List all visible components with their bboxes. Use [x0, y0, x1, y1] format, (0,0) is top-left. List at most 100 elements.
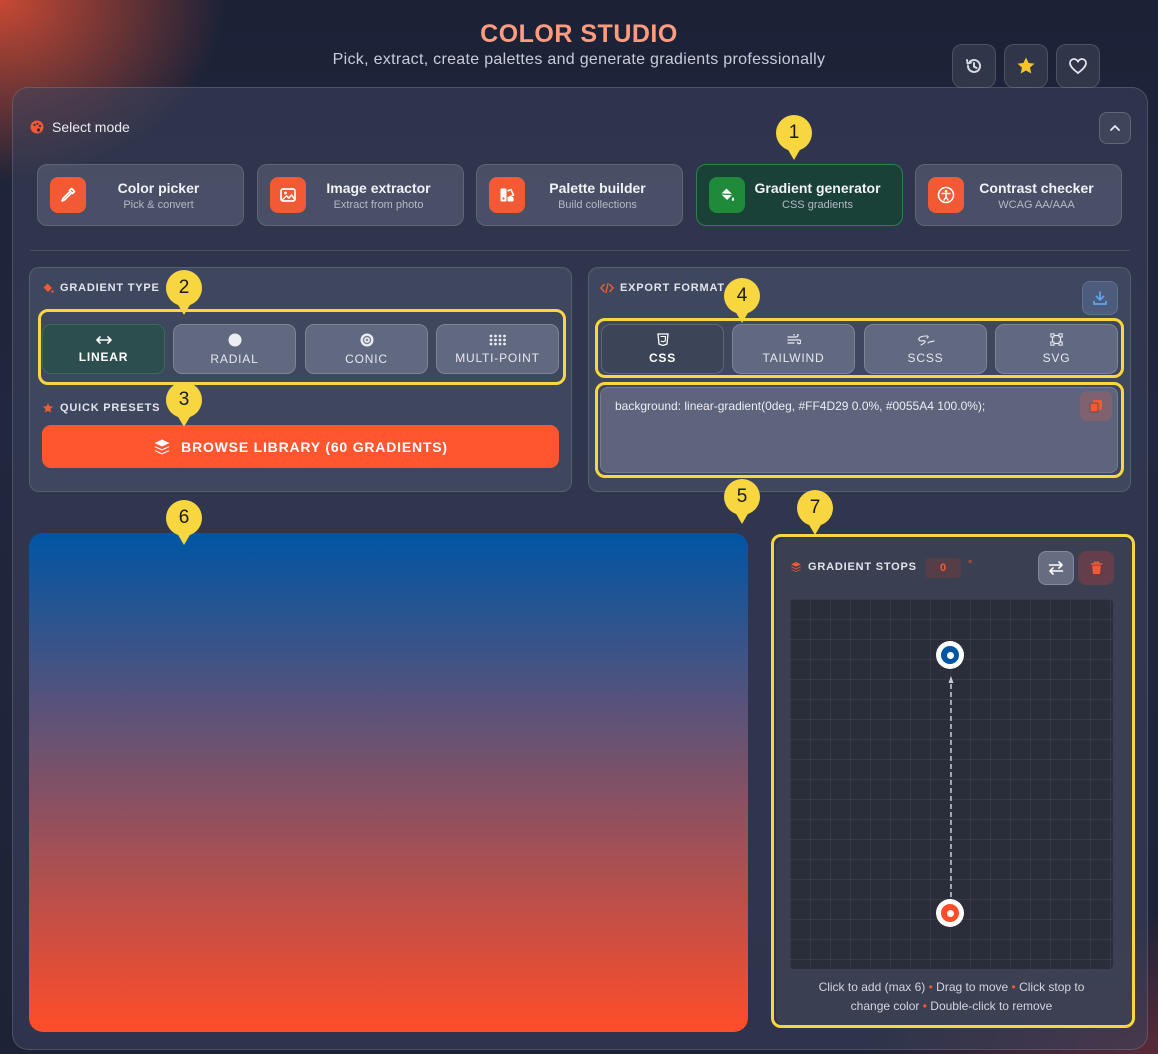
type-label: MULTI-POINT: [455, 350, 540, 365]
download-icon: [1093, 291, 1107, 305]
vector-square-icon: [1050, 333, 1063, 346]
quick-presets-heading: QUICK PRESETS: [42, 402, 160, 414]
angle-input[interactable]: 0: [925, 558, 961, 578]
format-label: TAILWIND: [762, 350, 825, 365]
annotation-marker-7: 7: [797, 490, 833, 535]
mode-subtitle: WCAG AA/AAA: [998, 198, 1075, 211]
like-button[interactable]: [1056, 44, 1100, 88]
chevron-up-icon: [1110, 125, 1120, 131]
grid-dots-icon: [489, 334, 506, 345]
gradient-type-label: GRADIENT TYPE: [60, 282, 160, 294]
mode-card-color-picker[interactable]: Color picker Pick & convert: [37, 164, 244, 226]
gradient-stops-heading: GRADIENT STOPS: [790, 561, 917, 573]
gradient-preview: [29, 533, 748, 1032]
mode-title: Palette builder: [549, 179, 646, 196]
eyedropper-icon: [50, 177, 86, 213]
stops-canvas[interactable]: [790, 599, 1113, 969]
swatchbook-icon: [489, 177, 525, 213]
mode-title: Contrast checker: [979, 179, 1094, 196]
history-icon: [966, 58, 981, 73]
mode-title: Image extractor: [326, 179, 431, 196]
export-format-label: EXPORT FORMAT: [620, 282, 725, 294]
image-icon: [270, 177, 306, 213]
history-button[interactable]: [952, 44, 996, 88]
conic-icon: [360, 333, 373, 346]
wind-icon: [786, 333, 801, 344]
sass-icon: [917, 334, 935, 346]
accessibility-icon: [928, 177, 964, 213]
browse-library-label: BROWSE LIBRARY (60 GRADIENTS): [181, 438, 448, 455]
help-add: Click to add (max 6): [818, 980, 926, 994]
delete-stop-button[interactable]: [1078, 551, 1114, 585]
bullet: •: [922, 999, 927, 1013]
type-linear-button[interactable]: LINEAR: [42, 324, 165, 374]
trash-icon: [1090, 561, 1102, 574]
reverse-stops-button[interactable]: [1038, 551, 1074, 585]
quick-presets-label: QUICK PRESETS: [60, 402, 161, 414]
gradient-stops-label: GRADIENT STOPS: [808, 561, 917, 573]
type-label: CONIC: [345, 351, 388, 366]
type-label: RADIAL: [210, 351, 259, 366]
swap-icon: [1048, 561, 1064, 575]
annotation-marker-3: 3: [166, 382, 202, 427]
format-tailwind-button[interactable]: TAILWIND: [732, 324, 855, 374]
gradient-stop-start[interactable]: [936, 899, 964, 927]
mode-subtitle: Build collections: [558, 198, 637, 211]
annotation-marker-6: 6: [166, 500, 202, 545]
mode-title: Gradient generator: [754, 179, 881, 196]
mode-subtitle: Extract from photo: [333, 198, 424, 211]
export-format-heading: EXPORT FORMAT: [600, 282, 725, 294]
heart-icon: [1069, 58, 1087, 75]
stops-help-text: Click to add (max 6) • Drag to move • Cl…: [790, 978, 1113, 1016]
degree-unit: °: [968, 559, 973, 571]
format-label: CSS: [648, 351, 677, 365]
gradient-type-heading: GRADIENT TYPE: [42, 282, 160, 294]
copy-icon: [1089, 400, 1102, 413]
star-icon: [1017, 57, 1035, 74]
format-label: SVG: [1042, 351, 1071, 365]
annotation-marker-4: 4: [724, 278, 760, 323]
annotation-marker-1: 1: [776, 115, 812, 160]
help-color-cont: change color: [850, 999, 920, 1013]
annotation-marker-2: 2: [166, 270, 202, 315]
stop-color-swatch: [941, 904, 959, 922]
type-radial-button[interactable]: RADIAL: [173, 324, 296, 374]
favorites-button[interactable]: [1004, 44, 1048, 88]
help-color: Click stop to: [1019, 980, 1085, 994]
mode-card-contrast-checker[interactable]: Contrast checker WCAG AA/AAA: [915, 164, 1122, 226]
select-mode-label: Select mode: [52, 119, 130, 135]
star-icon: [42, 402, 54, 413]
mode-subtitle: Pick & convert: [123, 198, 194, 211]
mode-card-gradient-generator[interactable]: Gradient generator CSS gradients: [696, 164, 903, 226]
bullet: •: [1011, 980, 1016, 994]
download-button[interactable]: [1082, 281, 1118, 315]
format-label: SCSS: [907, 350, 944, 365]
gradient-stop-end[interactable]: [936, 641, 964, 669]
help-move: Drag to move: [936, 980, 1009, 994]
mode-card-palette-builder[interactable]: Palette builder Build collections: [476, 164, 683, 226]
type-conic-button[interactable]: CONIC: [305, 324, 428, 374]
collapse-button[interactable]: [1099, 112, 1131, 144]
layers-icon: [154, 439, 170, 454]
format-svg-button[interactable]: SVG: [995, 324, 1118, 374]
browse-library-button[interactable]: BROWSE LIBRARY (60 GRADIENTS): [42, 425, 559, 468]
copy-button[interactable]: [1080, 391, 1112, 421]
css-output[interactable]: background: linear-gradient(0deg, #FF4D2…: [600, 387, 1118, 473]
divider: [30, 250, 1130, 251]
css3-icon: [656, 333, 669, 346]
mode-card-image-extractor[interactable]: Image extractor Extract from photo: [257, 164, 464, 226]
fill-drip-icon: [43, 283, 54, 293]
code-icon: [600, 283, 614, 293]
mode-title: Color picker: [117, 179, 200, 196]
layers-icon: [791, 562, 801, 572]
format-css-button[interactable]: CSS: [601, 324, 724, 374]
css-code-text: background: linear-gradient(0deg, #FF4D2…: [615, 399, 986, 413]
help-remove: Double-click to remove: [930, 999, 1053, 1013]
stop-color-swatch: [941, 646, 959, 664]
format-scss-button[interactable]: SCSS: [864, 324, 987, 374]
circle-icon: [228, 333, 241, 346]
mode-subtitle: CSS gradients: [782, 198, 853, 211]
paint-bucket-icon: [709, 177, 745, 213]
type-multi-point-button[interactable]: MULTI-POINT: [436, 324, 559, 374]
type-label: LINEAR: [78, 349, 129, 364]
